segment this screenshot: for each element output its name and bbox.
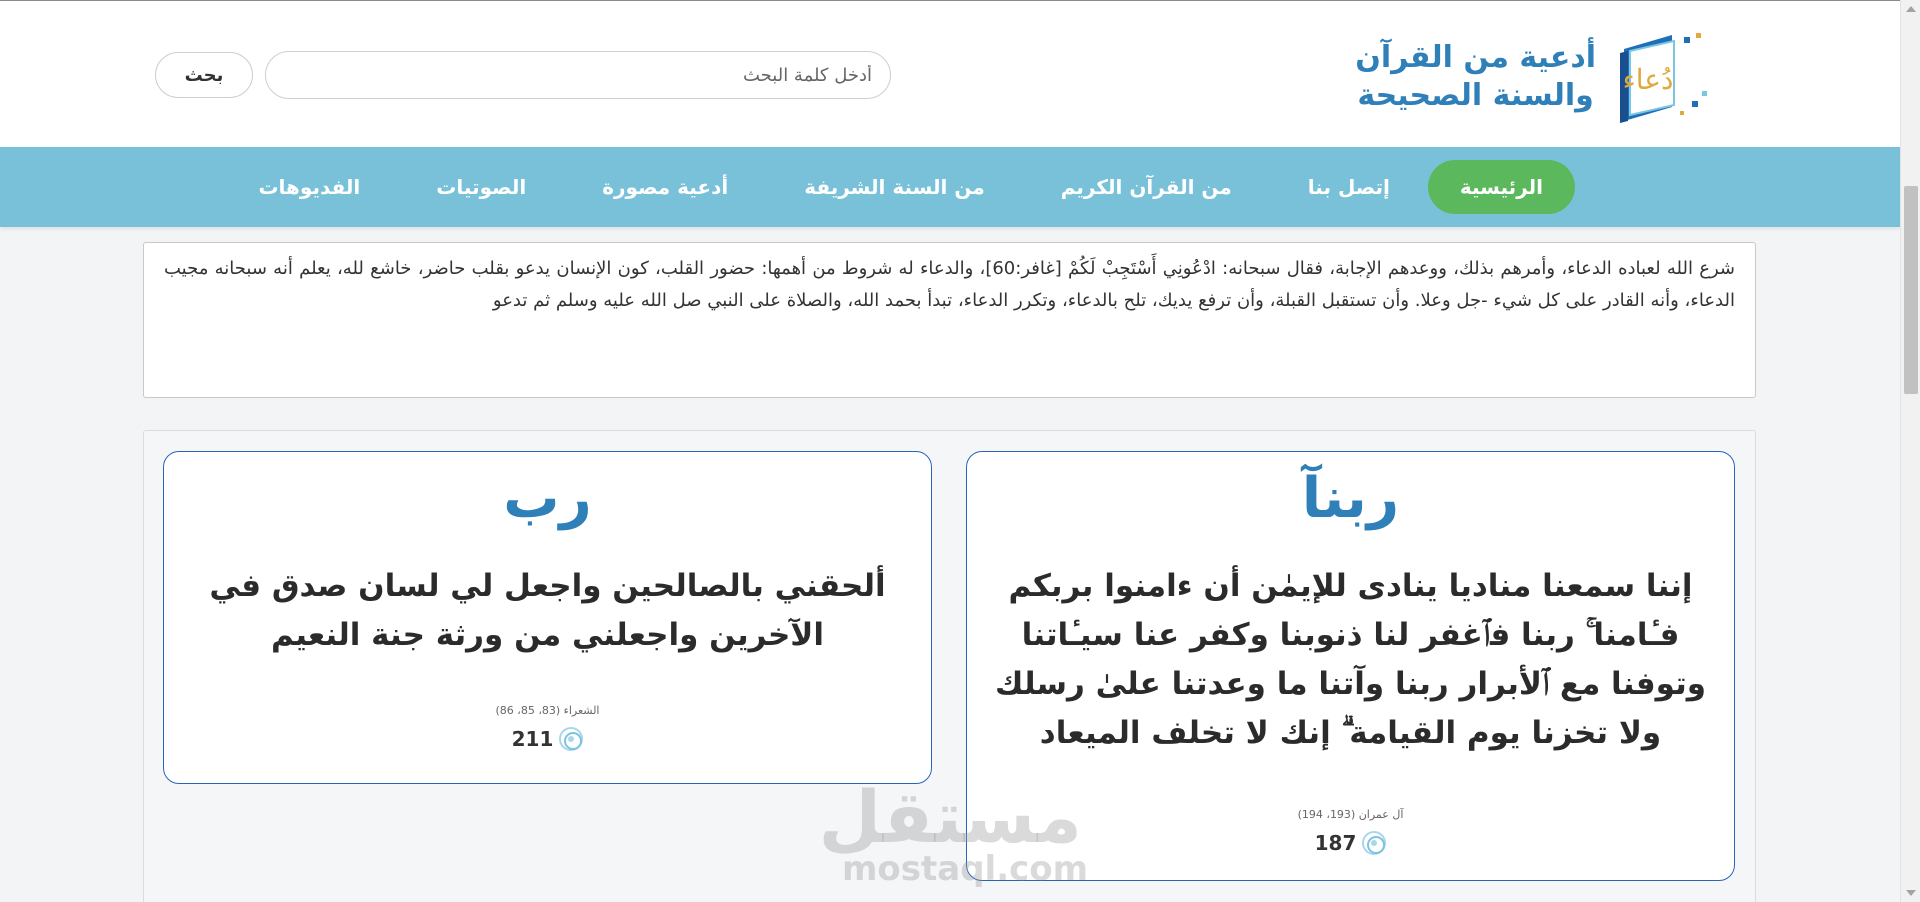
nav-item-home[interactable]: الرئيسية xyxy=(1427,160,1575,214)
watermark-arabic: مستقل xyxy=(818,775,1082,859)
logo-title-line1: أدعية من القرآن xyxy=(1355,40,1596,75)
dua-card-count-value: 211 xyxy=(511,727,554,751)
logo-title: أدعية من القرآن والسنة الصحيحة xyxy=(1355,39,1596,115)
nav-items: الرئيسية إتصل بنا من القرآن الكريم من ال… xyxy=(220,160,1575,214)
logo-title-line2: والسنة الصحيحة xyxy=(1357,78,1594,113)
dua-card-reference: آل عمران (193، 194) xyxy=(1297,808,1404,821)
site-logo[interactable]: دُعاء أدعية من القرآن والسنة الصحيحة xyxy=(1350,31,1710,123)
search-input[interactable] xyxy=(265,51,891,99)
dua-card[interactable]: رب ألحقني بالصالحين واجعل لي لسان صدق في… xyxy=(163,451,932,784)
circle-target-icon xyxy=(1362,831,1387,855)
nav-item-contact[interactable]: إتصل بنا xyxy=(1270,160,1428,214)
dua-card-title: ربنآ xyxy=(1301,466,1400,531)
dua-card-text: إننا سمعنا مناديا ينادى للإيمٰن أن ءامنو… xyxy=(994,568,1706,751)
nav-item-videos[interactable]: الفديوهات xyxy=(220,160,398,214)
dua-card-title: رب xyxy=(503,466,592,531)
dua-card-reference: الشعراء (83، 85، 86) xyxy=(495,704,600,717)
vertical-scrollbar[interactable] xyxy=(1900,0,1920,902)
dua-card-count: 211 xyxy=(164,727,931,751)
page: دُعاء أدعية من القرآن والسنة الصحيحة بحث… xyxy=(0,0,1900,902)
svg-text:دُعاء: دُعاء xyxy=(1623,63,1674,96)
site-header: دُعاء أدعية من القرآن والسنة الصحيحة بحث xyxy=(0,0,1900,147)
circle-target-icon xyxy=(559,727,584,751)
search-bar: بحث xyxy=(155,51,891,99)
scroll-up-arrow-icon[interactable] xyxy=(1906,6,1916,12)
search-button[interactable]: بحث xyxy=(155,52,253,98)
dua-card-count-value: 187 xyxy=(1314,831,1357,855)
nav-item-image-duas[interactable]: أدعية مصورة xyxy=(564,160,766,214)
scrollbar-thumb[interactable] xyxy=(1904,186,1918,394)
book-logo-icon: دُعاء xyxy=(1614,31,1710,123)
nav-item-sunnah[interactable]: من السنة الشريفة xyxy=(766,160,1023,214)
main-nav: الرئيسية إتصل بنا من القرآن الكريم من ال… xyxy=(0,147,1900,227)
dua-card-text: ألحقني بالصالحين واجعل لي لسان صدق في ال… xyxy=(209,568,886,653)
watermark-latin: mostaql.com xyxy=(842,849,1089,889)
nav-item-quran[interactable]: من القرآن الكريم xyxy=(1023,160,1270,214)
intro-text-box: شرع الله لعباده الدعاء، وأمرهم بذلك، ووع… xyxy=(143,242,1756,398)
watermark: مستقل mostaql.com xyxy=(818,775,1088,886)
nav-item-audio[interactable]: الصوتيات xyxy=(398,160,564,214)
scroll-down-arrow-icon[interactable] xyxy=(1906,890,1916,896)
